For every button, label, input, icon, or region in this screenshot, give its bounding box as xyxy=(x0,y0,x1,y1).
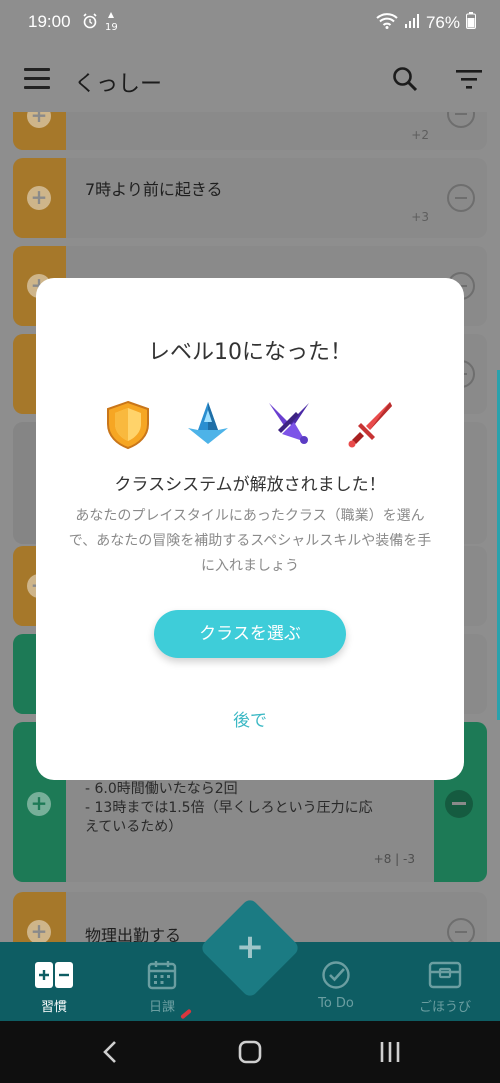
later-link[interactable]: 後で xyxy=(36,706,464,731)
nav-rewards[interactable]: ごほうび xyxy=(405,960,485,1015)
decrement-button[interactable] xyxy=(447,918,475,942)
back-icon[interactable] xyxy=(100,1039,120,1069)
decrement-button[interactable] xyxy=(447,112,475,128)
status-time: 19:00 xyxy=(28,12,71,31)
search-icon[interactable] xyxy=(392,66,418,96)
increment-button[interactable]: + xyxy=(27,920,51,942)
habits-icon xyxy=(14,960,94,990)
decrement-button[interactable] xyxy=(447,184,475,212)
check-icon xyxy=(296,960,376,990)
habit-card[interactable]: + 7時より前に起きる +3 xyxy=(13,158,487,238)
battery-level: 76% xyxy=(425,13,460,32)
level-up-dialog: レベル10になった！ クラスシステムが解放されました！ あなたのプレイスタイルに… xyxy=(36,278,464,780)
habit-title: 7時より前に起きる xyxy=(85,180,223,199)
increment-button[interactable]: + xyxy=(27,112,51,128)
increment-button[interactable]: + xyxy=(27,792,51,816)
nav-label: ごほうび xyxy=(418,1000,471,1015)
nav-label: To Do xyxy=(318,996,354,1011)
status-bar: 19:00 19 76% xyxy=(0,0,500,46)
home-icon[interactable] xyxy=(238,1040,262,1068)
menu-icon[interactable] xyxy=(24,68,50,90)
habit-note-line: - 6.0時間働いたなら2回 xyxy=(85,781,238,797)
dialog-description: あなたのプレイスタイルにあったクラス（職業）を選んで、あなたの冒険を補助するスペ… xyxy=(68,508,432,574)
choose-class-button[interactable]: クラスを選ぶ xyxy=(154,610,346,658)
shield-icon xyxy=(106,400,150,454)
rewards-icon xyxy=(405,960,485,990)
nav-todo[interactable]: To Do xyxy=(296,960,376,1011)
calendar-icon xyxy=(122,960,202,990)
habit-title: 物理出勤する xyxy=(85,926,182,942)
sword-icon xyxy=(346,400,394,454)
habit-count: +8 | -3 xyxy=(373,852,415,866)
increment-button[interactable]: + xyxy=(27,186,51,210)
signal-icon xyxy=(404,13,420,34)
badge-indicator xyxy=(180,1008,192,1020)
plus-icon[interactable]: + xyxy=(232,930,268,966)
dialog-subheading: クラスシステムが解放されました！ xyxy=(114,475,386,495)
habit-notes: - 6.0時間働いたなら2回 - 13時までは1.5倍（早くしろという圧力に応え… xyxy=(85,780,385,837)
habit-card[interactable]: + +2 xyxy=(13,112,487,150)
wifi-icon xyxy=(376,12,398,34)
habit-count: +3 xyxy=(411,210,429,224)
dialog-heading: レベル10になった！ xyxy=(148,340,352,365)
habit-count: +2 xyxy=(411,128,429,142)
app-title: くっしー xyxy=(74,72,163,97)
status-right: 76% xyxy=(376,12,476,34)
svg-text:19: 19 xyxy=(105,22,118,32)
decrement-button[interactable] xyxy=(445,790,473,818)
app-bar: くっしー xyxy=(0,46,500,112)
battery-icon xyxy=(466,12,476,34)
class-icons xyxy=(106,400,394,454)
nav-dailies[interactable]: 日課 xyxy=(122,960,202,1020)
system-nav-bar xyxy=(0,1021,500,1083)
nav-habits[interactable]: 習慣 xyxy=(14,960,94,1015)
crystal-icon xyxy=(184,400,232,454)
habit-note-line: - 13時までは1.5倍（早くしろという圧力に応えているため） xyxy=(85,800,373,835)
nav-label: 習慣 xyxy=(40,1000,67,1015)
alarm-icon xyxy=(82,13,98,33)
dagger-icon xyxy=(266,400,312,454)
nav-label: 日課 xyxy=(148,1000,175,1015)
notification-icon: 19 xyxy=(104,10,118,35)
filter-icon[interactable] xyxy=(456,68,482,94)
recents-icon[interactable] xyxy=(378,1040,402,1068)
